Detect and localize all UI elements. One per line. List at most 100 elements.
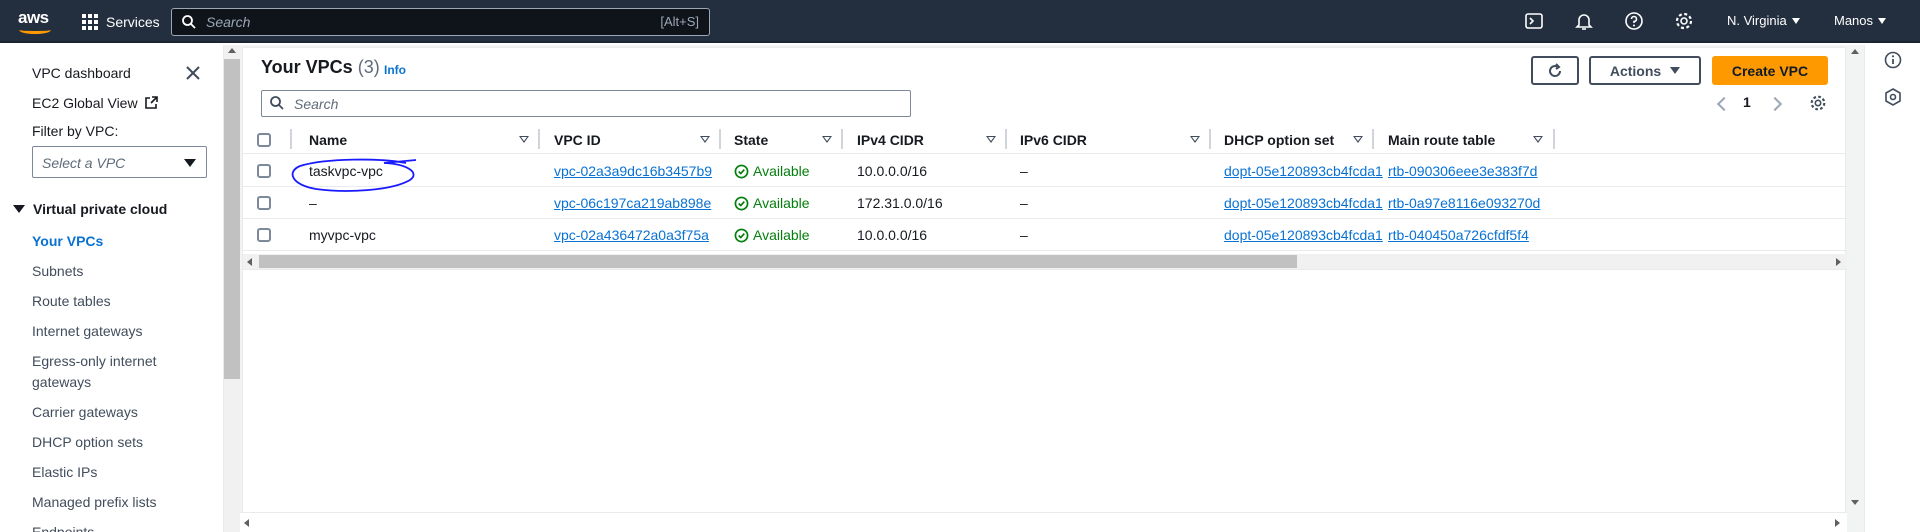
sidebar-item-carrier-gateways[interactable]: Carrier gateways [32,402,182,423]
scroll-left-icon[interactable] [247,258,252,266]
main-route-table-link[interactable]: rtb-0a97e8116e093270d [1388,195,1540,211]
actions-button[interactable]: Actions [1589,56,1701,85]
column-divider[interactable] [1005,129,1007,149]
aws-logo[interactable]: aws [18,8,58,36]
table-horizontal-scrollbar[interactable] [243,254,1847,270]
help-icon[interactable] [1624,11,1644,31]
select-all-checkbox[interactable] [257,133,271,147]
vpc-id-link[interactable]: vpc-02a436472a0a3f75a [554,227,709,243]
dhcp-option-set-link[interactable]: dopt-05e120893cb4fcda1 [1224,227,1383,243]
hexagon-icon[interactable] [1883,87,1903,107]
dhcp-option-set-link[interactable]: dopt-05e120893cb4fcda1 [1224,195,1383,211]
table-row[interactable]: taskvpc-vpc vpc-02a3a9dc16b3457b9 Availa… [243,155,1847,187]
region-selector[interactable]: N. Virginia [1727,13,1800,28]
check-circle-icon [734,164,749,178]
sort-icon[interactable] [519,136,529,143]
main-vertical-scrollbar[interactable] [1847,45,1864,532]
column-divider[interactable] [1553,129,1555,149]
table-search-input[interactable]: Search [261,90,911,117]
column-header-dhcp-option-set[interactable]: DHCP option set [1224,132,1334,148]
vpc-filter-select[interactable]: Select a VPC [32,146,207,178]
cloudshell-icon[interactable] [1524,11,1544,31]
column-header-main-route-table[interactable]: Main route table [1388,132,1495,148]
row-checkbox[interactable] [257,228,271,242]
sort-icon[interactable] [986,136,996,143]
table-row[interactable]: – vpc-06c197ca219ab898e Available 172.31… [243,187,1847,219]
caret-down-icon [1878,18,1887,24]
sidebar-item-elastic-ips[interactable]: Elastic IPs [32,462,182,483]
bell-icon[interactable] [1574,11,1594,31]
column-header-state[interactable]: State [734,132,768,148]
info-link[interactable]: Info [384,63,406,77]
column-divider[interactable] [1372,129,1374,149]
column-divider[interactable] [841,129,843,149]
previous-page-icon[interactable] [1716,96,1732,112]
scrollbar-thumb[interactable] [259,255,1297,268]
column-divider[interactable] [538,129,540,149]
state-label: Available [753,163,810,179]
table-row[interactable]: myvpc-vpc vpc-02a436472a0a3f75a Availabl… [243,219,1847,251]
sidebar: VPC dashboard EC2 Global View Filter by … [0,45,224,532]
sort-icon[interactable] [1190,136,1200,143]
row-checkbox[interactable] [257,164,271,178]
main-route-table-link[interactable]: rtb-040450a726cfdf5f4 [1388,227,1529,243]
row-checkbox[interactable] [257,196,271,210]
column-divider[interactable] [290,129,292,149]
page-number[interactable]: 1 [1743,94,1751,110]
filter-by-vpc-label: Filter by VPC: [32,123,119,139]
close-icon[interactable] [185,65,201,81]
preferences-gear-icon[interactable] [1809,94,1827,112]
vpc-id-link[interactable]: vpc-06c197ca219ab898e [554,195,711,211]
info-icon[interactable] [1883,50,1903,70]
account-menu[interactable]: Manos [1834,13,1887,28]
section-virtual-private-cloud[interactable]: Virtual private cloud [13,201,167,217]
sidebar-ec2-global-view[interactable]: EC2 Global View [32,95,158,111]
sidebar-item-subnets[interactable]: Subnets [32,261,182,282]
sidebar-scrollbar[interactable] [224,45,240,532]
sidebar-item-internet-gateways[interactable]: Internet gateways [32,321,182,342]
sidebar-item-managed-prefix-lists[interactable]: Managed prefix lists [32,492,182,513]
column-header-vpc-id[interactable]: VPC ID [554,132,601,148]
sort-icon[interactable] [1353,136,1363,143]
main-route-table-link[interactable]: rtb-090306eee3e383f7d [1388,163,1537,179]
column-divider[interactable] [1209,129,1211,149]
column-divider[interactable] [719,129,721,149]
sidebar-vpc-dashboard[interactable]: VPC dashboard [32,65,131,81]
dhcp-option-set-link[interactable]: dopt-05e120893cb4fcda1 [1224,163,1383,179]
scroll-right-icon[interactable] [1835,519,1840,527]
search-placeholder: Search [206,14,251,30]
next-page-icon[interactable] [1767,96,1783,112]
refresh-button[interactable] [1531,56,1579,85]
state-label: Available [753,195,810,211]
caret-down-icon [1791,18,1800,24]
ec2-global-label: EC2 Global View [32,95,138,111]
sidebar-item-route-tables[interactable]: Route tables [32,291,182,312]
scroll-up-icon[interactable] [228,48,236,53]
global-search-input[interactable]: Search [Alt+S] [171,8,710,36]
column-header-name[interactable]: Name [309,132,347,148]
sort-icon[interactable] [1533,136,1543,143]
gear-icon[interactable] [1674,11,1694,31]
scrollbar-thumb[interactable] [224,59,240,379]
scroll-left-icon[interactable] [244,519,249,527]
scroll-up-icon[interactable] [1851,49,1859,54]
scroll-down-icon[interactable] [1851,500,1859,505]
create-vpc-button[interactable]: Create VPC [1712,56,1828,85]
scroll-right-icon[interactable] [1836,258,1841,266]
page-horizontal-scrollbar[interactable] [240,512,1847,532]
sort-icon[interactable] [700,136,710,143]
sidebar-item-endpoints[interactable]: Endpoints [32,522,182,532]
column-header-ipv6-cidr[interactable]: IPv6 CIDR [1020,132,1087,148]
state-cell: Available [734,163,810,179]
create-vpc-label: Create VPC [1731,62,1809,79]
column-header-ipv4-cidr[interactable]: IPv4 CIDR [857,132,924,148]
sidebar-item-egress-only-internet-gateways[interactable]: Egress-only internet gateways [32,351,182,393]
region-label: N. Virginia [1727,13,1787,28]
vpc-id-link[interactable]: vpc-02a3a9dc16b3457b9 [554,163,712,179]
sidebar-item-dhcp-option-sets[interactable]: DHCP option sets [32,432,182,453]
sort-icon[interactable] [822,136,832,143]
services-menu-button[interactable]: Services [82,12,160,32]
sidebar-item-your-vpcs[interactable]: Your VPCs [32,231,182,252]
top-navigation: aws Services Search [Alt+S] N. Virginia … [0,0,1920,43]
state-cell: Available [734,195,810,211]
